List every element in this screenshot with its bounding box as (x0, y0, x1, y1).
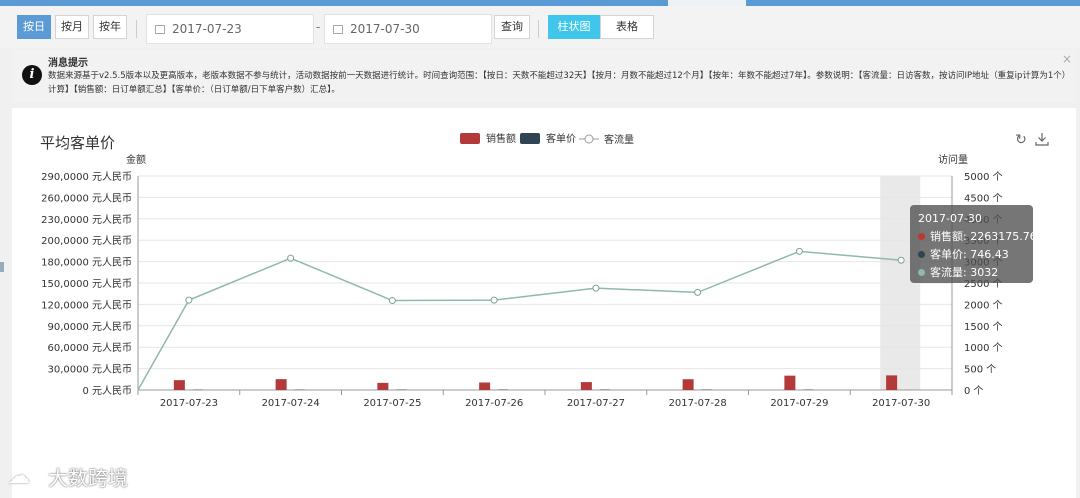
y-tick-label-left: 120,0000 元人民币 (41, 299, 132, 311)
y-tick-label-left: 0 元人民币 (82, 385, 132, 397)
y-axis-title-right: 访问量 (938, 153, 968, 166)
tooltip-traffic-text: 客流量: 3032 (930, 266, 999, 279)
y-tick-label-right: 4500 个 (964, 192, 1003, 204)
point-traffic (185, 296, 193, 304)
series-line-traffic (137, 250, 902, 391)
bar-sales (377, 382, 389, 390)
tooltip-sales-text: 销售额: 2263175.76 (930, 230, 1037, 243)
y-tick-label-right: 0 个 (964, 385, 984, 397)
y-tick-label-left: 60,0000 元人民币 (47, 342, 132, 354)
y-tick-label-left: 180,0000 元人民币 (41, 257, 132, 269)
bar-sales (479, 382, 491, 390)
x-tick-label: 2017-07-29 (770, 398, 828, 409)
point-traffic (388, 297, 396, 305)
y-tick-label-left: 30,0000 元人民币 (47, 364, 132, 376)
tooltip-price-text: 客单价: 746.43 (930, 248, 1009, 261)
point-traffic (897, 256, 905, 264)
y-tick-label-right: 1500 个 (964, 321, 1003, 333)
point-traffic (287, 254, 295, 262)
y-tick-label-right: 5000 个 (964, 171, 1003, 183)
y-tick-label-left: 260,0000 元人民币 (41, 192, 132, 204)
tooltip-row-traffic: 客流量: 3032 (918, 264, 1025, 282)
bar-sales (173, 380, 185, 390)
point-traffic (592, 284, 600, 292)
y-axis-title-left: 金额 (126, 153, 146, 166)
x-tick-label: 2017-07-23 (160, 398, 218, 409)
x-tick-label: 2017-07-24 (262, 398, 320, 409)
point-traffic (694, 288, 702, 296)
point-traffic (795, 247, 803, 255)
y-tick-label-right: 1000 个 (964, 342, 1003, 354)
y-tick-label-right: 500 个 (964, 364, 996, 376)
cloud-logo-icon: ☁ (8, 463, 30, 489)
chart-tooltip: 2017-07-30 销售额: 2263175.76 客单价: 746.43 客… (910, 205, 1037, 283)
point-traffic (490, 296, 498, 304)
x-tick-label: 2017-07-26 (465, 398, 523, 409)
tooltip-dot-price (918, 251, 925, 258)
x-tick-label: 2017-07-27 (567, 398, 625, 409)
tooltip-date: 2017-07-30 (918, 212, 982, 225)
bar-sales (682, 379, 694, 390)
y-tick-label-left: 150,0000 元人民币 (41, 278, 132, 290)
tooltip-row-price: 客单价: 746.43 (918, 246, 1025, 264)
y-tick-label-left: 200,0000 元人民币 (41, 235, 132, 247)
watermark-text: 大数跨境 (48, 466, 128, 490)
y-tick-label-left: 90,0000 元人民币 (47, 321, 132, 333)
x-tick-label: 2017-07-25 (363, 398, 421, 409)
tooltip-dot-traffic (918, 269, 925, 276)
bar-sales (275, 379, 287, 390)
bar-sales (580, 382, 592, 390)
tooltip-row-sales: 销售额: 2263175.76 (918, 228, 1037, 246)
x-tick-label: 2017-07-28 (669, 398, 727, 409)
bar-sales (784, 375, 796, 390)
tooltip-dot-sales (918, 233, 925, 240)
y-tick-label-right: 2000 个 (964, 299, 1003, 311)
y-tick-label-left: 230,0000 元人民币 (41, 214, 132, 226)
x-tick-label: 2017-07-30 (872, 398, 930, 409)
watermark: ☁ 大数跨境 (8, 462, 128, 492)
y-tick-label-left: 290,0000 元人民币 (41, 171, 132, 183)
bar-sales (886, 375, 898, 390)
